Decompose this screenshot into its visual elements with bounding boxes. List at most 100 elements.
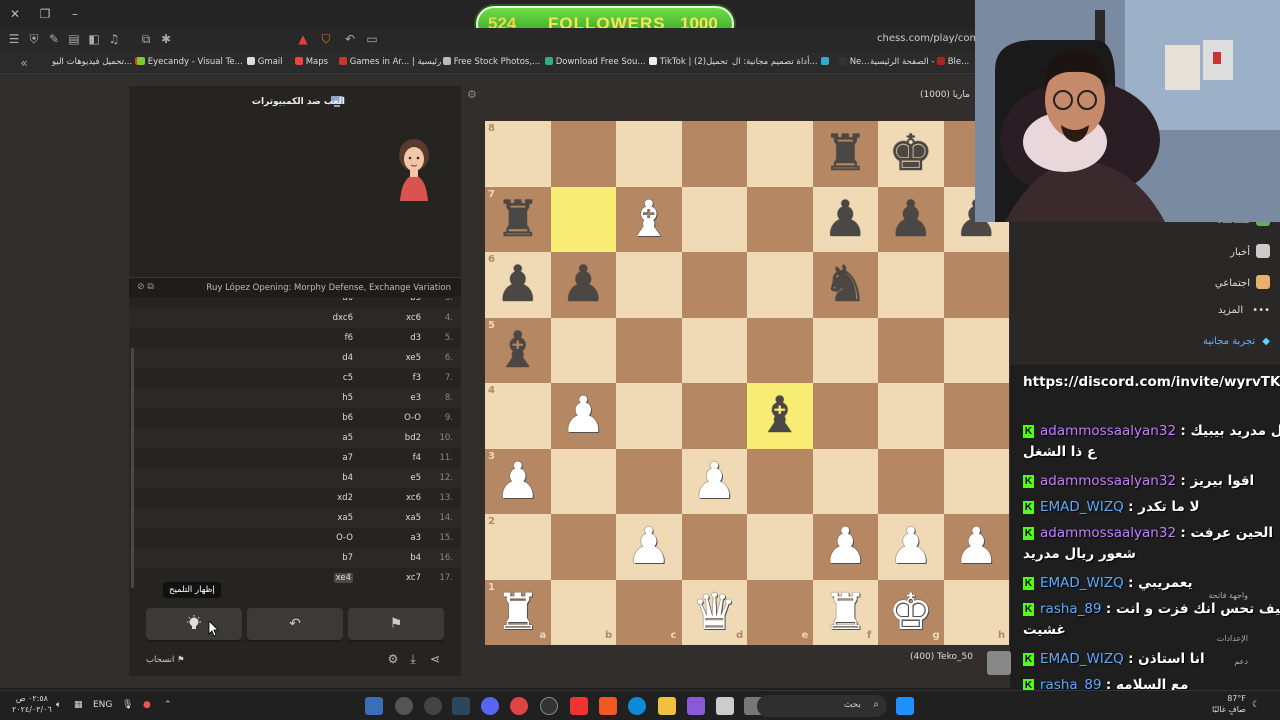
- square-h4[interactable]: [943, 383, 1009, 449]
- black-move[interactable]: b4: [342, 473, 353, 483]
- nav-item-more[interactable]: المزيد •••: [1218, 305, 1270, 316]
- bookmark-item[interactable]: Ble...: [934, 57, 969, 67]
- restore-icon[interactable]: ❐: [36, 5, 54, 23]
- shield-icon[interactable]: ⛨: [26, 31, 42, 47]
- close-icon[interactable]: ✕: [6, 5, 24, 23]
- white-pawn-icon[interactable]: ♟: [878, 514, 944, 580]
- white-move[interactable]: a3: [410, 533, 421, 543]
- square-d5[interactable]: [681, 317, 747, 383]
- nav-item-social[interactable]: اجتماعي: [1215, 275, 1270, 289]
- bookmark-item[interactable]: Free Stock Photos,...: [440, 57, 540, 67]
- white-move[interactable]: xe5: [406, 353, 421, 363]
- white-move[interactable]: f3: [413, 373, 421, 383]
- black-move[interactable]: a7: [342, 453, 353, 463]
- black-knight-icon[interactable]: ♞: [813, 252, 879, 318]
- square-e6[interactable]: [747, 252, 813, 318]
- white-move[interactable]: xa5: [405, 513, 421, 523]
- chess-board[interactable]: 87654321abcdefgh♜♚♜♝♟♟♟♟♟♞♝♟♝♟♟♟♟♟♟♜♛♜♚: [485, 121, 1009, 645]
- white-queen-icon[interactable]: ♛: [682, 580, 748, 646]
- white-bishop-icon[interactable]: ♝: [616, 187, 682, 253]
- white-move[interactable]: e3: [410, 393, 421, 403]
- chat-username[interactable]: rasha_89: [1040, 601, 1102, 617]
- black-move[interactable]: f6: [345, 333, 353, 343]
- white-move[interactable]: xc6: [406, 313, 421, 323]
- square-f5[interactable]: [812, 317, 878, 383]
- board-settings-gear-icon[interactable]: ⚙: [467, 88, 477, 101]
- black-pawn-icon[interactable]: ♟: [813, 187, 879, 253]
- white-move[interactable]: xc6: [406, 493, 421, 503]
- square-d6[interactable]: [681, 252, 747, 318]
- bookmark-item[interactable]: Games in Ar... | رئيسية: [336, 57, 441, 67]
- black-move[interactable]: a5: [342, 433, 353, 443]
- share-icon[interactable]: ⋖: [427, 652, 443, 668]
- cast-icon[interactable]: ▭: [364, 31, 380, 47]
- white-move[interactable]: bd2: [405, 433, 421, 443]
- black-move[interactable]: c5: [343, 373, 353, 383]
- white-king-icon[interactable]: ♚: [878, 580, 944, 646]
- app-tray-icon[interactable]: ●: [143, 700, 151, 710]
- nav-item-support[interactable]: دعم: [1234, 657, 1248, 666]
- square-g5[interactable]: [878, 317, 944, 383]
- nav-item-settings[interactable]: الإعدادات: [1217, 634, 1248, 643]
- square-f4[interactable]: [812, 383, 878, 449]
- square-e7[interactable]: [747, 186, 813, 252]
- chevron-up-icon[interactable]: ⌃: [164, 700, 172, 710]
- back-arrow-icon[interactable]: ↶: [342, 31, 358, 47]
- language-indicator[interactable]: ENG: [93, 700, 112, 710]
- square-h3[interactable]: [943, 448, 1009, 514]
- square-c3[interactable]: [616, 448, 682, 514]
- square-d4[interactable]: [681, 383, 747, 449]
- white-move[interactable]: e5: [410, 473, 421, 483]
- black-pawn-icon[interactable]: ♟: [551, 252, 617, 318]
- square-c4[interactable]: [616, 383, 682, 449]
- volume-icon[interactable]: 🔈︎: [56, 700, 61, 710]
- bookmark-item[interactable]: TikTok | (2)تحميل: [646, 57, 728, 67]
- black-rook-icon[interactable]: ♜: [485, 187, 551, 253]
- square-b3[interactable]: [550, 448, 616, 514]
- square-e5[interactable]: [747, 317, 813, 383]
- square-b8[interactable]: [550, 121, 616, 187]
- discord-icon[interactable]: [481, 697, 499, 715]
- bookmark-item[interactable]: Maps: [292, 57, 328, 67]
- square-d7[interactable]: [681, 186, 747, 252]
- bookmark-item[interactable]: Ne...: [836, 57, 869, 67]
- white-move[interactable]: b5: [410, 298, 421, 303]
- gear-icon[interactable]: ⚙: [385, 652, 401, 668]
- black-move[interactable]: h5: [342, 393, 353, 403]
- square-e2[interactable]: [747, 514, 813, 580]
- extensions-icon[interactable]: ✱: [158, 31, 174, 47]
- pen-icon[interactable]: ✎: [46, 31, 62, 47]
- taskbar-app-icon[interactable]: [540, 697, 558, 715]
- square-b5[interactable]: [550, 317, 616, 383]
- square-f3[interactable]: [812, 448, 878, 514]
- clock[interactable]: ٠٢:٥٨ ص ٢٠٢٤/٠٣/٠٦: [12, 693, 52, 715]
- square-g6[interactable]: [878, 252, 944, 318]
- black-move[interactable]: xe4: [333, 573, 353, 583]
- taskbar-search[interactable]: ⌕ بحث: [757, 695, 887, 717]
- resign-link[interactable]: انسحاب ⚑: [146, 655, 185, 665]
- white-pawn-icon[interactable]: ♟: [944, 514, 1010, 580]
- square-e3[interactable]: [747, 448, 813, 514]
- analysis-icons[interactable]: ⊘ ⧉: [137, 282, 154, 292]
- white-move[interactable]: xc7: [406, 573, 421, 583]
- nav-item-light-theme[interactable]: واجهة فاتحة: [1209, 591, 1249, 600]
- chat-username[interactable]: adammossaalyan32: [1040, 525, 1176, 541]
- move-list-scrollbar[interactable]: [131, 348, 134, 588]
- bookmark-item[interactable]: تحميل فيديوهات اليو...: [52, 57, 144, 67]
- taskbar-app-icon[interactable]: [424, 697, 442, 715]
- menu-icon[interactable]: ☰: [6, 31, 22, 47]
- hint-button[interactable]: [146, 608, 242, 640]
- bookmark-item[interactable]: Gmail: [244, 57, 283, 67]
- black-bishop-icon[interactable]: ♝: [747, 383, 813, 449]
- taskbar-app-icon[interactable]: [570, 697, 588, 715]
- chat-username[interactable]: EMAD_WIZQ: [1040, 651, 1124, 667]
- white-pawn-icon[interactable]: ♟: [813, 514, 879, 580]
- minimize-icon[interactable]: –: [66, 5, 84, 23]
- chat-username[interactable]: EMAD_WIZQ: [1040, 575, 1124, 591]
- black-move[interactable]: b7: [342, 553, 353, 563]
- bookmark-item[interactable]: أداة تصميم مجانية: ال...: [732, 57, 829, 67]
- download-icon[interactable]: ⤓: [405, 652, 421, 668]
- black-rook-icon[interactable]: ♜: [813, 121, 879, 187]
- square-c8[interactable]: [616, 121, 682, 187]
- file-explorer-icon[interactable]: [658, 697, 676, 715]
